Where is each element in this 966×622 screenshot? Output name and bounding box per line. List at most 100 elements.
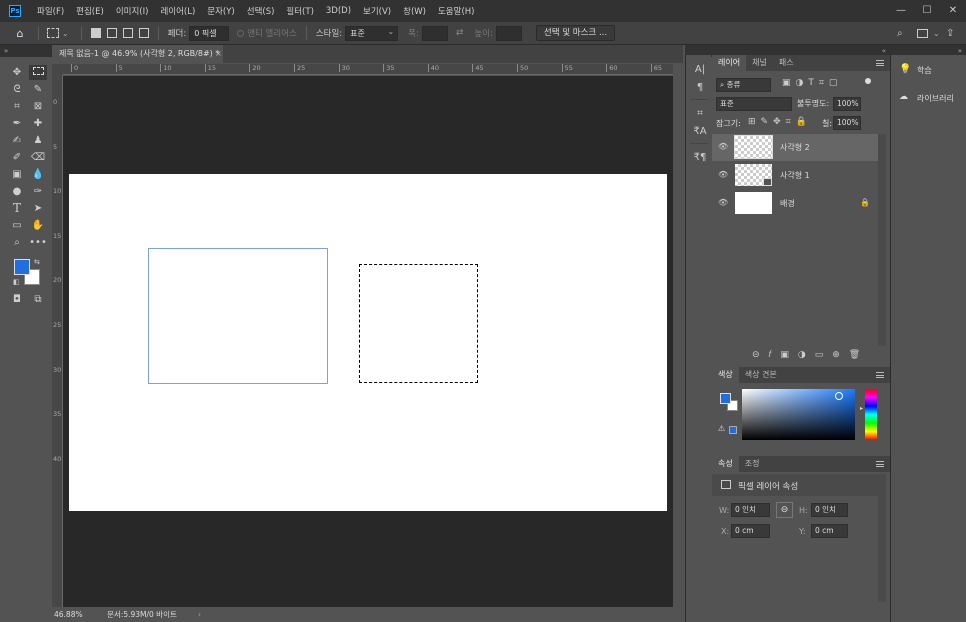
rectangle-1-shape[interactable] [148, 248, 328, 384]
search-icon[interactable]: ⌕ [897, 28, 903, 39]
marquee-preset-icon[interactable] [47, 28, 59, 38]
properties-scrollbar[interactable] [878, 474, 886, 602]
intersect-selection-icon[interactable] [138, 28, 149, 38]
new-selection-icon[interactable] [90, 28, 101, 38]
more-tools-icon[interactable]: ••• [29, 235, 47, 250]
layer-actions[interactable]: ⊝𝑓▣◑▭⊕🗑 [752, 350, 869, 360]
subtract-selection-icon[interactable] [122, 28, 133, 38]
layers-scrollbar[interactable] [878, 134, 886, 346]
gradient-tool-icon[interactable]: ▣ [8, 167, 26, 182]
panel-menu-icon[interactable] [876, 60, 884, 66]
vertical-scrollbar[interactable] [673, 64, 683, 607]
toolbar-collapse-strip[interactable]: » [0, 45, 52, 57]
opacity-input[interactable]: 100% [833, 97, 861, 111]
pen-tool-icon[interactable]: ✑ [29, 184, 47, 199]
panel-menu-icon[interactable] [876, 461, 884, 467]
layer-name[interactable]: 사각형 2 [780, 134, 810, 161]
menu-layer[interactable]: 레이어(L) [154, 5, 201, 17]
libraries-icon[interactable]: ☁ [899, 92, 908, 102]
zoom-tool-icon[interactable]: ⌕ [8, 235, 26, 250]
type-tool-icon[interactable]: T [8, 201, 26, 216]
rectangle-2-selection[interactable] [359, 264, 478, 383]
menu-edit[interactable]: 편집(E) [70, 5, 110, 17]
lock-icons[interactable]: ⊞✎✥⌗🔒 [748, 117, 812, 127]
healing-brush-tool-icon[interactable]: ✚ [29, 116, 47, 131]
menu-type[interactable]: 문자(Y) [201, 5, 240, 17]
style-select[interactable]: 표준 [345, 25, 399, 41]
share-icon[interactable]: ⇪ [946, 28, 954, 39]
layer-name[interactable]: 사각형 1 [780, 162, 810, 189]
screen-mode-icon[interactable]: ⧉ [29, 292, 47, 307]
home-icon[interactable]: ⌂ [8, 27, 32, 40]
tab-adjustments[interactable]: 조정 [739, 456, 766, 472]
tab-channels[interactable]: 채널 [746, 55, 773, 71]
dodge-tool-icon[interactable]: ● [8, 184, 26, 199]
maximize-button[interactable]: ☐ [914, 0, 940, 22]
close-button[interactable]: ✕ [940, 0, 966, 22]
close-tab-icon[interactable]: × [215, 49, 222, 58]
feather-input[interactable]: 0 픽셀 [189, 25, 230, 41]
document-tab[interactable]: 제목 없음-1 @ 46.9% (사각형 2, RGB/8#) * [53, 45, 223, 63]
crop-tool-icon[interactable]: ⌗ [8, 99, 26, 114]
width-field[interactable]: 0 인치 [731, 503, 770, 517]
move-tool-icon[interactable]: ✥ [8, 65, 26, 80]
zoom-level[interactable]: 46.88% [54, 607, 83, 622]
width-input[interactable] [421, 25, 448, 41]
panel-menu-icon[interactable] [876, 372, 884, 378]
fill-input[interactable]: 100% [833, 116, 861, 130]
height-field[interactable]: 0 인치 [811, 503, 848, 517]
swap-colors-icon[interactable]: ⇆ [34, 258, 40, 266]
glyph-icon[interactable]: ⌗ [693, 107, 707, 121]
rectangular-marquee-tool-icon[interactable] [29, 65, 47, 80]
menu-image[interactable]: 이미지(I) [110, 5, 155, 17]
web-safe-swatch[interactable] [729, 426, 737, 434]
path-selection-tool-icon[interactable]: ➤ [29, 201, 47, 216]
character-panel-icon[interactable]: A| [693, 63, 707, 77]
layer-row[interactable]: 👁 사각형 2 [712, 134, 878, 161]
default-colors-icon[interactable]: ◧ [13, 278, 20, 286]
lasso-tool-icon[interactable]: ᘓ [8, 82, 26, 97]
x-field[interactable]: 0 cm [731, 524, 770, 538]
history-brush-tool-icon[interactable]: ✐ [8, 150, 26, 165]
libraries-label[interactable]: 라이브러리 [917, 93, 954, 104]
quick-mask-icon[interactable]: ◘ [8, 292, 26, 307]
filter-toggle-icon[interactable] [865, 78, 871, 84]
link-icon[interactable]: ⊖ [776, 502, 793, 518]
menu-filter[interactable]: 필터(T) [280, 5, 319, 17]
lightbulb-icon[interactable]: 💡 [899, 64, 911, 75]
character-style-icon[interactable]: ₹A [693, 125, 707, 139]
stamp-tool-icon[interactable]: ♟ [29, 133, 47, 148]
menu-3d[interactable]: 3D(D) [320, 6, 357, 16]
layer-name[interactable]: 배경 [780, 190, 795, 217]
color-foreground-swatch[interactable] [720, 393, 731, 404]
y-field[interactable]: 0 cm [811, 524, 848, 538]
menu-view[interactable]: 보기(V) [357, 5, 397, 17]
minimize-button[interactable]: — [888, 0, 914, 22]
menu-file[interactable]: 파일(F) [31, 5, 70, 17]
layer-row[interactable]: 👁 배경 🔒 [712, 190, 878, 217]
eraser-tool-icon[interactable]: ⌫ [29, 150, 47, 165]
chevron-down-icon[interactable]: ⌄ [62, 29, 69, 38]
menu-window[interactable]: 창(W) [397, 5, 432, 17]
layer-row[interactable]: 👁 사각형 1 [712, 162, 878, 189]
select-and-mask-button[interactable]: 선택 및 마스크 ... [535, 25, 616, 41]
menu-select[interactable]: 선택(S) [241, 5, 281, 17]
quick-selection-tool-icon[interactable]: ✎ [29, 82, 47, 97]
menu-help[interactable]: 도움말(H) [432, 5, 480, 17]
tab-properties[interactable]: 속성 [712, 456, 739, 472]
hand-tool-icon[interactable]: ✋ [29, 218, 47, 233]
visibility-eye-icon[interactable]: 👁 [718, 142, 728, 151]
chevron-right-icon[interactable]: › [198, 607, 201, 622]
frame-tool-icon[interactable]: ⊠ [29, 99, 47, 114]
workspace-icon[interactable] [917, 28, 928, 38]
layer-filter-icons[interactable]: ▣◑T⌗▢ [782, 78, 842, 88]
tab-color[interactable]: 색상 [712, 367, 739, 383]
chevron-down-icon[interactable]: ⌄ [933, 29, 940, 38]
layer-filter-select[interactable]: ⌕ 종류 [716, 78, 771, 92]
warning-icon[interactable]: ⚠ [718, 424, 725, 433]
antialias-checkbox[interactable] [237, 29, 245, 37]
tab-layers[interactable]: 레이어 [712, 55, 747, 71]
paragraph-style-icon[interactable]: ₹¶ [693, 151, 707, 165]
brush-tool-icon[interactable]: ✍ [8, 133, 26, 148]
blend-mode-select[interactable]: 표준 [716, 97, 792, 111]
